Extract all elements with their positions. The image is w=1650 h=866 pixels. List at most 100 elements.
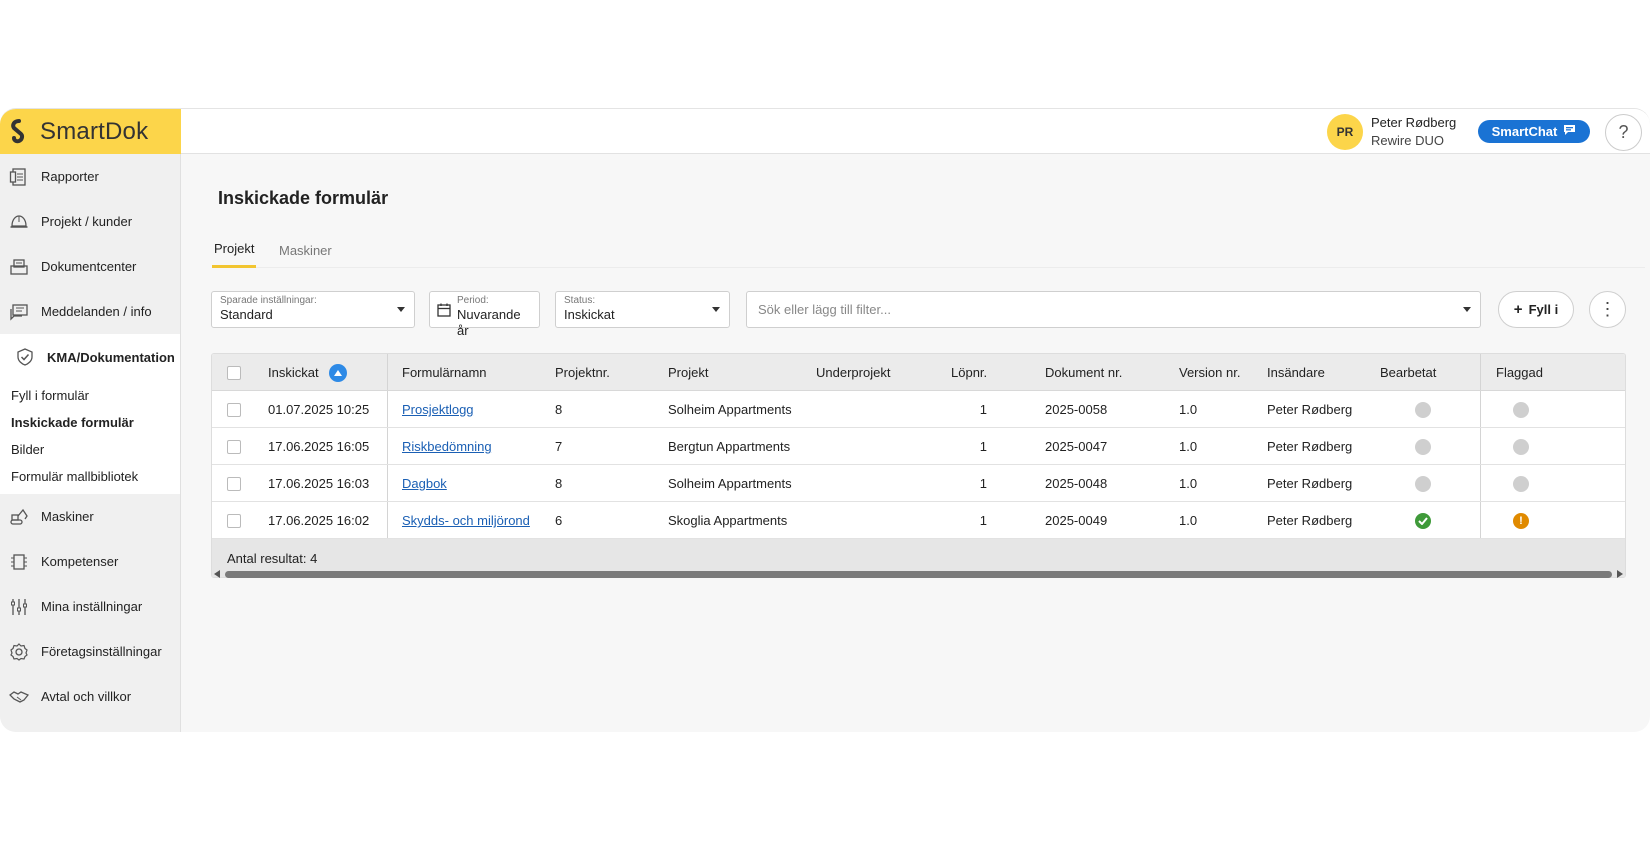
row-checkbox[interactable] xyxy=(227,465,241,502)
table-row[interactable]: 17.06.2025 16:02 Skydds- och miljörond 6 Sk… xyxy=(212,502,1625,539)
table-row[interactable]: 01.07.2025 10:25 Prosjektlogg 8 Solheim App… xyxy=(212,391,1625,428)
cell-formularnamn[interactable]: Riskbedömning xyxy=(402,428,492,465)
sidebar-item-kompetenser[interactable]: Kompetenser xyxy=(0,539,180,584)
cell-flaggad[interactable]: ! xyxy=(1513,502,1529,539)
avatar[interactable]: PR xyxy=(1327,114,1363,150)
cell-flaggad[interactable] xyxy=(1513,465,1529,502)
column-header-label: Inskickat xyxy=(268,365,319,380)
sidebar-item-projekt[interactable]: Projekt / kunder xyxy=(0,199,180,244)
chevron-down-icon[interactable] xyxy=(1463,307,1471,312)
column-header-version[interactable]: Version nr. xyxy=(1179,354,1240,391)
top-bar: SmartDok PR Peter Rødberg Rewire DUO Sma… xyxy=(0,109,1650,154)
column-header-insandare[interactable]: Insändare xyxy=(1267,354,1325,391)
column-header-bearbetat[interactable]: Bearbetat xyxy=(1380,354,1436,391)
column-divider xyxy=(387,391,388,427)
cell-formularnamn[interactable]: Dagbok xyxy=(402,465,447,502)
document-box-icon xyxy=(8,257,30,277)
column-header-inskickat[interactable]: Inskickat xyxy=(268,354,347,391)
column-header-underprojekt[interactable]: Underprojekt xyxy=(816,354,890,391)
column-header-formularnamn[interactable]: Formulärnamn xyxy=(402,354,487,391)
row-checkbox[interactable] xyxy=(227,391,241,428)
form-link[interactable]: Skydds- och miljörond xyxy=(402,513,530,528)
tab-projekt[interactable]: Projekt xyxy=(212,232,257,268)
cell-text: 6 xyxy=(555,513,563,528)
cell-bearbetat[interactable] xyxy=(1415,391,1431,428)
saved-settings-select[interactable]: Sparade inställningar: Standard xyxy=(211,291,415,328)
logo-text: SmartDok xyxy=(40,117,149,145)
tab-maskiner[interactable]: Maskiner xyxy=(277,232,334,268)
sidebar-item-label: Meddelanden / info xyxy=(41,304,152,319)
fill-in-button[interactable]: + Fyll i xyxy=(1498,291,1574,328)
cell-bearbetat[interactable] xyxy=(1415,428,1431,465)
row-checkbox[interactable] xyxy=(227,428,241,465)
cell-insandare: Peter Rødberg xyxy=(1267,391,1352,428)
sidebar-item-rapporter[interactable]: Rapporter xyxy=(0,154,180,199)
search-input[interactable]: Sök eller lägg till filter... xyxy=(746,291,1481,328)
sidebar-item-maskiner[interactable]: Maskiner xyxy=(0,494,180,539)
scroll-right-icon[interactable] xyxy=(1617,570,1623,578)
cell-flaggad[interactable] xyxy=(1513,391,1529,428)
cell-bearbetat[interactable] xyxy=(1415,465,1431,502)
sidebar-item-label: Projekt / kunder xyxy=(41,214,133,229)
status-select[interactable]: Status: Inskickat xyxy=(555,291,730,328)
cell-inskickat: 17.06.2025 16:05 xyxy=(268,428,369,465)
scroll-left-icon[interactable] xyxy=(214,570,220,578)
cell-text: Solheim Appartments xyxy=(668,476,792,491)
sidebar-item-avtal[interactable]: Avtal och villkor xyxy=(0,674,180,719)
sidebar-item-foretagsinstallningar[interactable]: Företagsinställningar xyxy=(0,629,180,674)
sidebar-item-dokumentcenter[interactable]: Dokumentcenter xyxy=(0,244,180,289)
status-value: Inskickat xyxy=(564,307,615,322)
cell-bearbetat[interactable] xyxy=(1415,502,1431,539)
subnav-item-inskickade[interactable]: Inskickade formulär xyxy=(0,409,180,436)
forms-table: Inskickat Formulärnamn Projektnr. Projek… xyxy=(211,353,1626,578)
cell-insandare: Peter Rødberg xyxy=(1267,465,1352,502)
cell-text: 1 xyxy=(979,439,987,454)
status-empty-icon xyxy=(1513,401,1529,418)
cell-projekt: Solheim Appartments xyxy=(668,465,792,502)
period-value: Nuvarande år xyxy=(457,307,521,338)
column-header-dokument[interactable]: Dokument nr. xyxy=(1045,354,1122,391)
table-row[interactable]: 17.06.2025 16:05 Riskbedömning 7 Bergtun Ap… xyxy=(212,428,1625,465)
column-header-projekt[interactable]: Projekt xyxy=(668,354,708,391)
cell-text: 1 xyxy=(979,402,987,417)
row-checkbox[interactable] xyxy=(227,502,241,539)
sidebar: Rapporter Projekt / kunder Dokumentcente… xyxy=(0,154,181,732)
more-options-button[interactable]: ⋮ xyxy=(1589,291,1626,328)
sidebar-item-meddelanden[interactable]: Meddelanden / info xyxy=(0,289,180,334)
form-link[interactable]: Prosjektlogg xyxy=(402,402,474,417)
form-link[interactable]: Riskbedömning xyxy=(402,439,492,454)
cell-dokument: 2025-0047 xyxy=(1045,428,1107,465)
column-header-projektnr[interactable]: Projektnr. xyxy=(555,354,610,391)
help-button[interactable]: ? xyxy=(1605,114,1642,151)
chat-icon xyxy=(1563,124,1576,139)
select-all-checkbox[interactable] xyxy=(227,354,241,391)
cell-text: 8 xyxy=(555,402,563,417)
horizontal-scrollbar[interactable] xyxy=(211,568,1626,580)
subnav-item-mallbibliotek[interactable]: Formulär mallbibliotek xyxy=(0,463,180,490)
page-title: Inskickade formulär xyxy=(218,188,389,208)
scrollbar-thumb[interactable] xyxy=(225,571,1612,578)
cell-text: Skoglia Appartments xyxy=(668,513,788,528)
sort-ascending-icon[interactable] xyxy=(328,363,347,382)
cell-formularnamn[interactable]: Prosjektlogg xyxy=(402,391,474,428)
cell-formularnamn[interactable]: Skydds- och miljörond xyxy=(402,502,530,539)
sliders-icon xyxy=(8,597,30,617)
column-header-lopnr[interactable]: Löpnr. xyxy=(951,354,987,391)
logo[interactable]: SmartDok xyxy=(0,109,181,154)
column-header-flaggad[interactable]: Flaggad xyxy=(1496,354,1543,391)
cell-flaggad[interactable] xyxy=(1513,428,1529,465)
sidebar-item-mina-installningar[interactable]: Mina inställningar xyxy=(0,584,180,629)
form-link[interactable]: Dagbok xyxy=(402,476,447,491)
table-row[interactable]: 17.06.2025 16:03 Dagbok 8 Solheim Appartmen… xyxy=(212,465,1625,502)
column-divider xyxy=(1480,465,1481,501)
cell-text: 2025-0048 xyxy=(1045,476,1108,491)
cell-text: 2025-0058 xyxy=(1045,402,1108,417)
user-name[interactable]: Peter Rødberg xyxy=(1371,115,1456,130)
subnav-item-fyll-i[interactable]: Fyll i formulär xyxy=(0,382,180,409)
smartchat-button[interactable]: SmartChat xyxy=(1478,120,1590,143)
period-select[interactable]: Period: Nuvarande år xyxy=(429,291,540,338)
sidebar-item-kma[interactable]: KMA/Dokumentation xyxy=(0,334,180,380)
subnav-item-bilder[interactable]: Bilder xyxy=(0,436,180,463)
cell-text: 7 xyxy=(555,439,563,454)
sidebar-item-label: Mina inställningar xyxy=(41,599,143,614)
